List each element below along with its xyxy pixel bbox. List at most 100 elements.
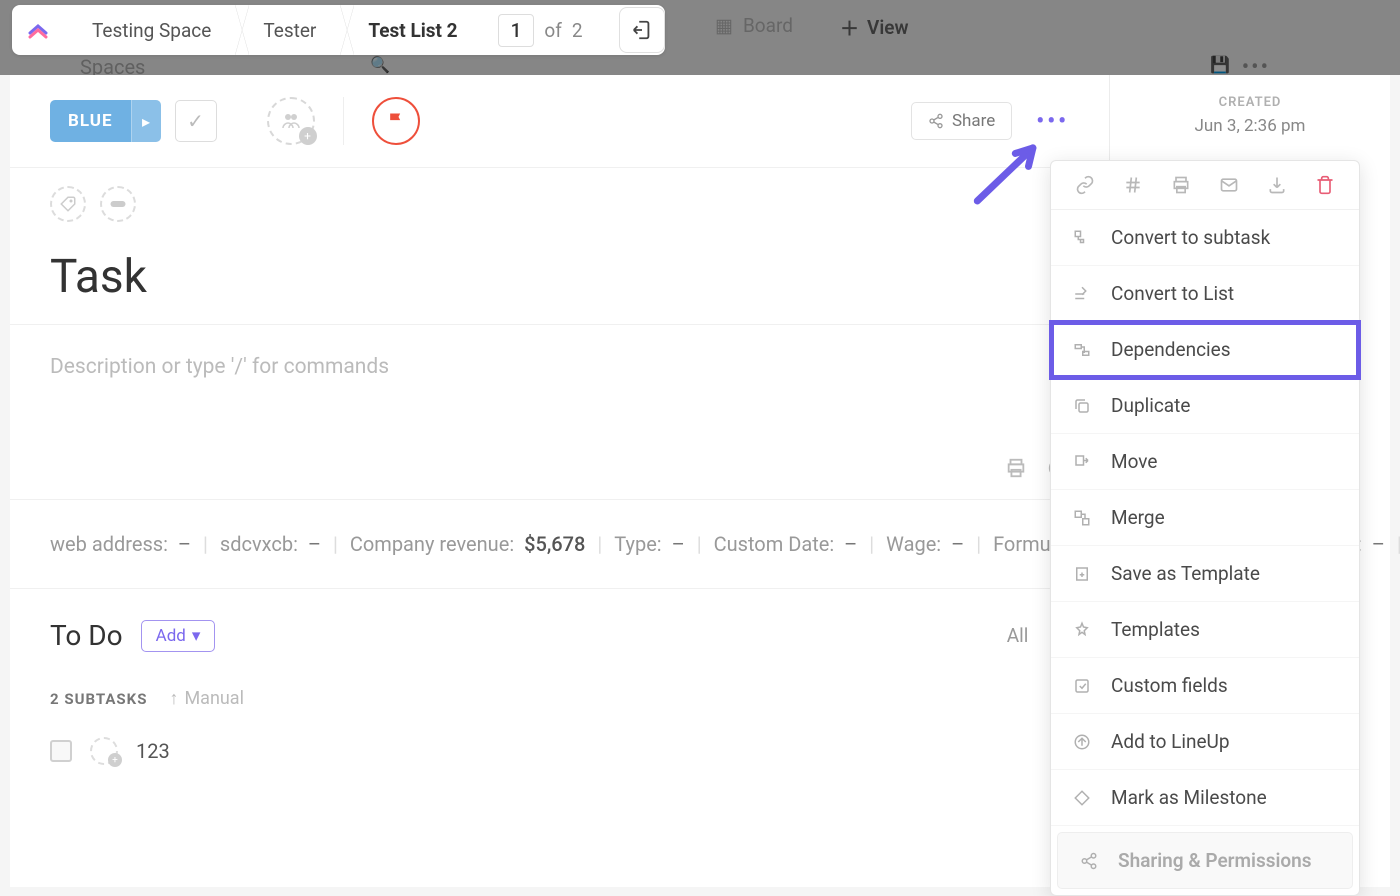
dropdown-sharing[interactable]: Sharing & Permissions [1057, 832, 1353, 889]
print-icon[interactable] [1005, 457, 1027, 479]
subtask-count: 2 SUBTASKS [50, 690, 147, 708]
more-menu-button[interactable]: ••• [1036, 109, 1069, 134]
add-label: Add [156, 626, 186, 646]
assignee-add[interactable]: + [267, 97, 315, 145]
field-separator: | [597, 532, 602, 556]
sharing-icon [1078, 852, 1100, 870]
field-separator: | [203, 532, 208, 556]
field-separator: | [976, 532, 981, 556]
dropdown-item-template-save[interactable]: Save as Template [1051, 546, 1359, 602]
status-caret-icon[interactable]: ▸ [131, 100, 161, 142]
template-save-icon [1071, 565, 1093, 583]
dropdown-item-dependencies[interactable]: Dependencies [1051, 322, 1359, 378]
field-separator: | [333, 532, 338, 556]
app-logo-icon[interactable] [12, 18, 64, 42]
custom-field[interactable]: web address: – [50, 532, 191, 556]
dropdown-item-convert-subtask[interactable]: Convert to subtask [1051, 210, 1359, 266]
task-main: BLUE ▸ ✓ + Share ••• [10, 75, 1110, 887]
dropdown-item-label: Duplicate [1111, 394, 1190, 417]
tags-row [10, 168, 1109, 240]
dropdown-item-move[interactable]: Move [1051, 434, 1359, 490]
hash-icon[interactable] [1123, 175, 1143, 195]
todo-section: To Do Add ▾ All M 2 SUBTASKS ↑ Manual [10, 588, 1109, 795]
dropdown-item-label: Dependencies [1111, 338, 1231, 361]
merge-icon [1071, 509, 1093, 527]
dropdown-item-custom-fields[interactable]: Custom fields [1051, 658, 1359, 714]
print-icon[interactable] [1171, 175, 1191, 195]
annotation-arrow [962, 134, 1058, 212]
sort-manual[interactable]: ↑ Manual [169, 688, 244, 709]
dropdown-item-label: Move [1111, 450, 1157, 473]
custom-field[interactable]: Company revenue: $5,678 [350, 532, 586, 556]
custom-fields-area: web address: – | sdcvxcb: – | Company revenu… [10, 499, 1109, 588]
priority-flag[interactable] [372, 97, 420, 145]
sharing-label: Sharing & Permissions [1118, 849, 1312, 872]
subtask-name[interactable]: 123 [136, 739, 170, 763]
created-date: Jun 3, 2:36 pm [1134, 116, 1366, 136]
share-label: Share [952, 111, 995, 131]
description-placeholder: Description or type '/' for commands [50, 355, 389, 379]
dropdown-item-milestone[interactable]: Mark as Milestone [1051, 770, 1359, 826]
custom-field[interactable]: Wage: – [886, 532, 964, 556]
subtask-assignee[interactable] [90, 737, 118, 765]
subtask-item[interactable]: 123 [50, 737, 1069, 765]
field-separator: | [869, 532, 874, 556]
custom-field[interactable]: Type: – [614, 532, 684, 556]
breadcrumb-space[interactable]: Testing Space [64, 5, 235, 55]
dropdown-item-merge[interactable]: Merge [1051, 490, 1359, 546]
dropdown-item-lineup[interactable]: Add to LineUp [1051, 714, 1359, 770]
dropdown-item-duplicate[interactable]: Duplicate [1051, 378, 1359, 434]
exit-button[interactable] [619, 7, 665, 53]
dropdown-item-templates[interactable]: Templates [1051, 602, 1359, 658]
archive-icon[interactable] [1267, 175, 1287, 195]
custom-field[interactable]: Custom Date: – [714, 532, 858, 556]
dropdown-item-label: Convert to subtask [1111, 226, 1270, 249]
status-button[interactable]: BLUE ▸ [50, 100, 161, 142]
custom-field[interactable]: sdcvxcb: – [220, 532, 321, 556]
dropdown-item-convert-list[interactable]: Convert to List [1051, 266, 1359, 322]
dropdown-item-label: Add to LineUp [1111, 730, 1230, 753]
email-icon[interactable] [1219, 175, 1239, 195]
dropdown-quick-icons [1051, 161, 1359, 210]
created-label: CREATED [1134, 95, 1366, 110]
task-counter-of: of [544, 19, 561, 42]
task-counter: 1 of 2 [482, 14, 599, 47]
duplicate-icon [1071, 397, 1093, 415]
breadcrumb-folder[interactable]: Tester [235, 5, 340, 55]
task-title[interactable]: Task [10, 240, 1109, 325]
add-subtask-button[interactable]: Add ▾ [141, 620, 216, 652]
filter-all[interactable]: All [1007, 624, 1029, 647]
status-label: BLUE [50, 111, 131, 131]
toolbar-divider [343, 97, 344, 145]
sort-label: Manual [184, 688, 244, 709]
milestone-icon [1071, 789, 1093, 807]
task-counter-total: 2 [572, 19, 583, 42]
move-icon [1071, 453, 1093, 471]
dropdown-item-label: Save as Template [1111, 562, 1260, 585]
dropdown-item-label: Merge [1111, 506, 1165, 529]
complete-button[interactable]: ✓ [175, 100, 217, 142]
lineup-icon [1071, 733, 1093, 751]
dropdown-item-label: Custom fields [1111, 674, 1228, 697]
add-status-button[interactable] [100, 186, 136, 222]
templates-icon [1071, 621, 1093, 639]
more-dropdown: Convert to subtask Convert to List Depende… [1050, 160, 1360, 896]
breadcrumb-list[interactable]: Test List 2 [340, 5, 481, 55]
todo-heading: To Do [50, 619, 123, 652]
dropdown-item-label: Templates [1111, 618, 1200, 641]
description-area[interactable]: Description or type '/' for commands [10, 325, 1109, 499]
subtask-checkbox[interactable] [50, 740, 72, 762]
task-counter-current: 1 [498, 14, 535, 47]
add-tag-button[interactable] [50, 186, 86, 222]
share-icon [928, 113, 944, 129]
convert-list-icon [1071, 285, 1093, 303]
add-caret-icon: ▾ [192, 626, 201, 646]
task-toolbar: BLUE ▸ ✓ + Share ••• [10, 75, 1109, 168]
breadcrumb: Testing Space Tester Test List 2 1 of 2 [12, 5, 665, 55]
custom-fields-icon [1071, 677, 1093, 695]
share-button[interactable]: Share [911, 102, 1012, 140]
trash-icon[interactable] [1315, 175, 1335, 195]
dropdown-item-label: Convert to List [1111, 282, 1234, 305]
sort-icon: ↑ [169, 688, 178, 709]
link-icon[interactable] [1075, 175, 1095, 195]
